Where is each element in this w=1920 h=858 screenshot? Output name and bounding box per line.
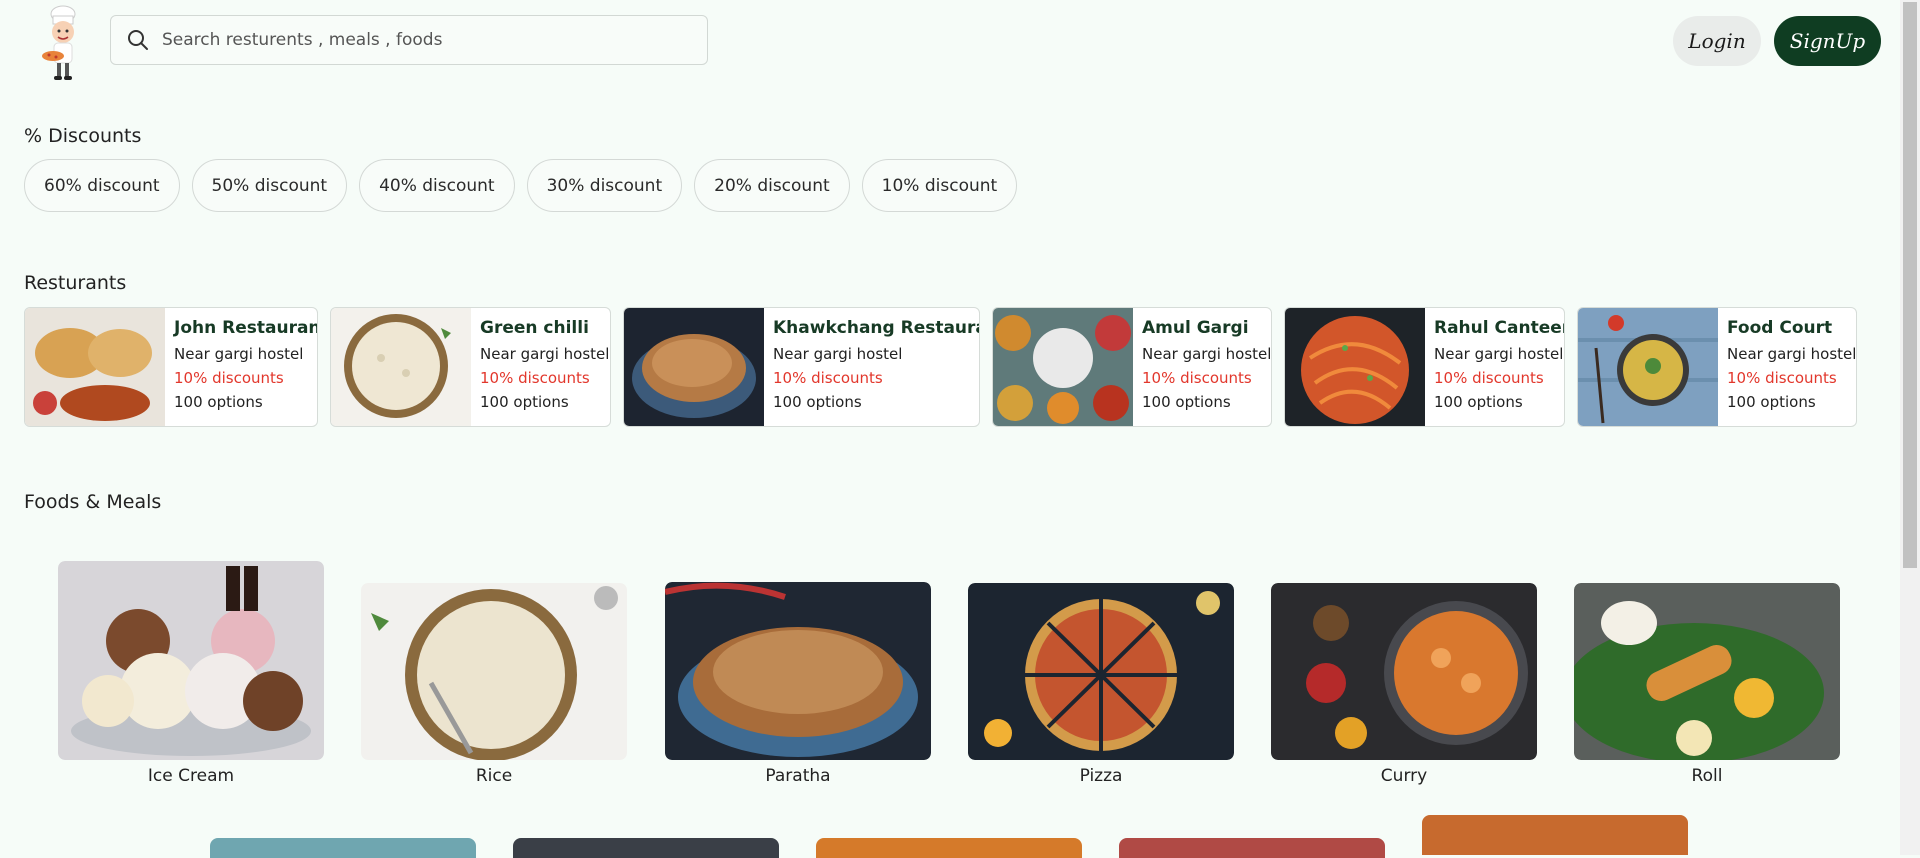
food-item-rice[interactable]: Rice xyxy=(361,583,627,786)
food-image xyxy=(1574,583,1840,760)
food-item-ice-cream[interactable]: Ice Cream xyxy=(58,561,324,786)
food-image xyxy=(968,583,1234,760)
restaurant-card[interactable]: Rahul Canteen Near gargi hostel 10% disc… xyxy=(1284,307,1565,427)
discount-chip-50[interactable]: 50% discount xyxy=(191,159,348,212)
restaurant-card[interactable]: John Restaurant Near gargi hostel 10% di… xyxy=(24,307,318,427)
restaurant-discount: 10% discounts xyxy=(1142,369,1252,387)
restaurant-card[interactable]: Khawkchang Restaurant Near gargi hostel … xyxy=(623,307,980,427)
restaurant-location: Near gargi hostel xyxy=(1727,345,1857,363)
restaurant-location: Near gargi hostel xyxy=(1434,345,1564,363)
restaurant-name: Food Court xyxy=(1727,318,1833,338)
food-label: Pizza xyxy=(1079,766,1123,786)
discount-chip-10[interactable]: 10% discount xyxy=(861,159,1018,212)
food-image xyxy=(361,583,627,760)
food-image xyxy=(58,561,324,760)
restaurant-name: Green chilli xyxy=(480,318,589,338)
restaurant-image xyxy=(993,308,1133,426)
food-label: Roll xyxy=(1691,766,1723,786)
restaurant-name: Amul Gargi xyxy=(1142,318,1249,338)
restaurant-options: 100 options xyxy=(1727,393,1816,411)
restaurant-name: Khawkchang Restaurant xyxy=(773,318,979,338)
login-button[interactable]: Login xyxy=(1673,16,1761,66)
search-icon xyxy=(128,30,148,50)
restaurant-location: Near gargi hostel xyxy=(1142,345,1272,363)
restaurant-discount: 10% discounts xyxy=(1727,369,1837,387)
food-label: Ice Cream xyxy=(147,766,235,786)
restaurant-image xyxy=(1578,308,1718,426)
restaurant-card[interactable]: Food Court Near gargi hostel 10% discoun… xyxy=(1577,307,1857,427)
discounts-title: % Discounts xyxy=(24,125,142,147)
food-item-peek[interactable] xyxy=(513,838,779,858)
food-item-pizza[interactable]: Pizza xyxy=(968,583,1234,786)
food-label: Curry xyxy=(1380,766,1428,786)
food-item-roll[interactable]: Roll xyxy=(1574,583,1840,786)
scrollbar[interactable] xyxy=(1900,0,1920,855)
foods-title: Foods & Meals xyxy=(24,491,162,513)
restaurants-title: Resturants xyxy=(24,272,127,294)
restaurant-image xyxy=(624,308,764,426)
food-image xyxy=(1271,583,1537,760)
restaurant-name: Rahul Canteen xyxy=(1434,318,1565,338)
discount-chip-30[interactable]: 30% discount xyxy=(526,159,683,212)
food-item-peek[interactable] xyxy=(210,838,476,858)
food-label: Rice xyxy=(475,766,513,786)
food-item-peek[interactable] xyxy=(816,838,1082,858)
chef-logo[interactable] xyxy=(33,4,87,82)
food-item-curry[interactable]: Curry xyxy=(1271,583,1537,786)
restaurant-image xyxy=(1285,308,1425,426)
restaurant-options: 100 options xyxy=(1142,393,1231,411)
food-item-peek[interactable] xyxy=(1422,815,1688,855)
restaurant-card[interactable]: Green chilli Near gargi hostel 10% disco… xyxy=(330,307,611,427)
restaurant-discount: 10% discounts xyxy=(174,369,284,387)
restaurant-location: Near gargi hostel xyxy=(480,345,610,363)
restaurant-discount: 10% discounts xyxy=(1434,369,1544,387)
restaurant-location: Near gargi hostel xyxy=(174,345,304,363)
restaurant-list: John Restaurant Near gargi hostel 10% di… xyxy=(24,307,1857,427)
restaurant-card[interactable]: Amul Gargi Near gargi hostel 10% discoun… xyxy=(992,307,1272,427)
discount-chip-40[interactable]: 40% discount xyxy=(359,159,515,212)
restaurant-options: 100 options xyxy=(1434,393,1523,411)
restaurant-discount: 10% discounts xyxy=(480,369,590,387)
restaurant-options: 100 options xyxy=(773,393,862,411)
restaurant-location: Near gargi hostel xyxy=(773,345,903,363)
food-item-paratha[interactable]: Paratha xyxy=(665,582,931,786)
food-label: Paratha xyxy=(765,766,831,786)
search-bar[interactable] xyxy=(110,15,708,65)
food-image xyxy=(665,582,931,760)
search-input[interactable] xyxy=(160,29,684,51)
restaurant-options: 100 options xyxy=(174,393,263,411)
discount-chips: 60% discount 50% discount 40% discount 3… xyxy=(24,159,1018,212)
food-item-peek[interactable] xyxy=(1119,838,1385,858)
restaurant-image xyxy=(25,308,165,426)
restaurant-discount: 10% discounts xyxy=(773,369,883,387)
restaurant-image xyxy=(331,308,471,426)
signup-button[interactable]: SignUp xyxy=(1774,16,1881,66)
restaurant-name: John Restaurant xyxy=(174,318,318,338)
scrollbar-thumb[interactable] xyxy=(1903,2,1917,568)
discount-chip-60[interactable]: 60% discount xyxy=(24,159,180,212)
discount-chip-20[interactable]: 20% discount xyxy=(694,159,850,212)
restaurant-options: 100 options xyxy=(480,393,569,411)
